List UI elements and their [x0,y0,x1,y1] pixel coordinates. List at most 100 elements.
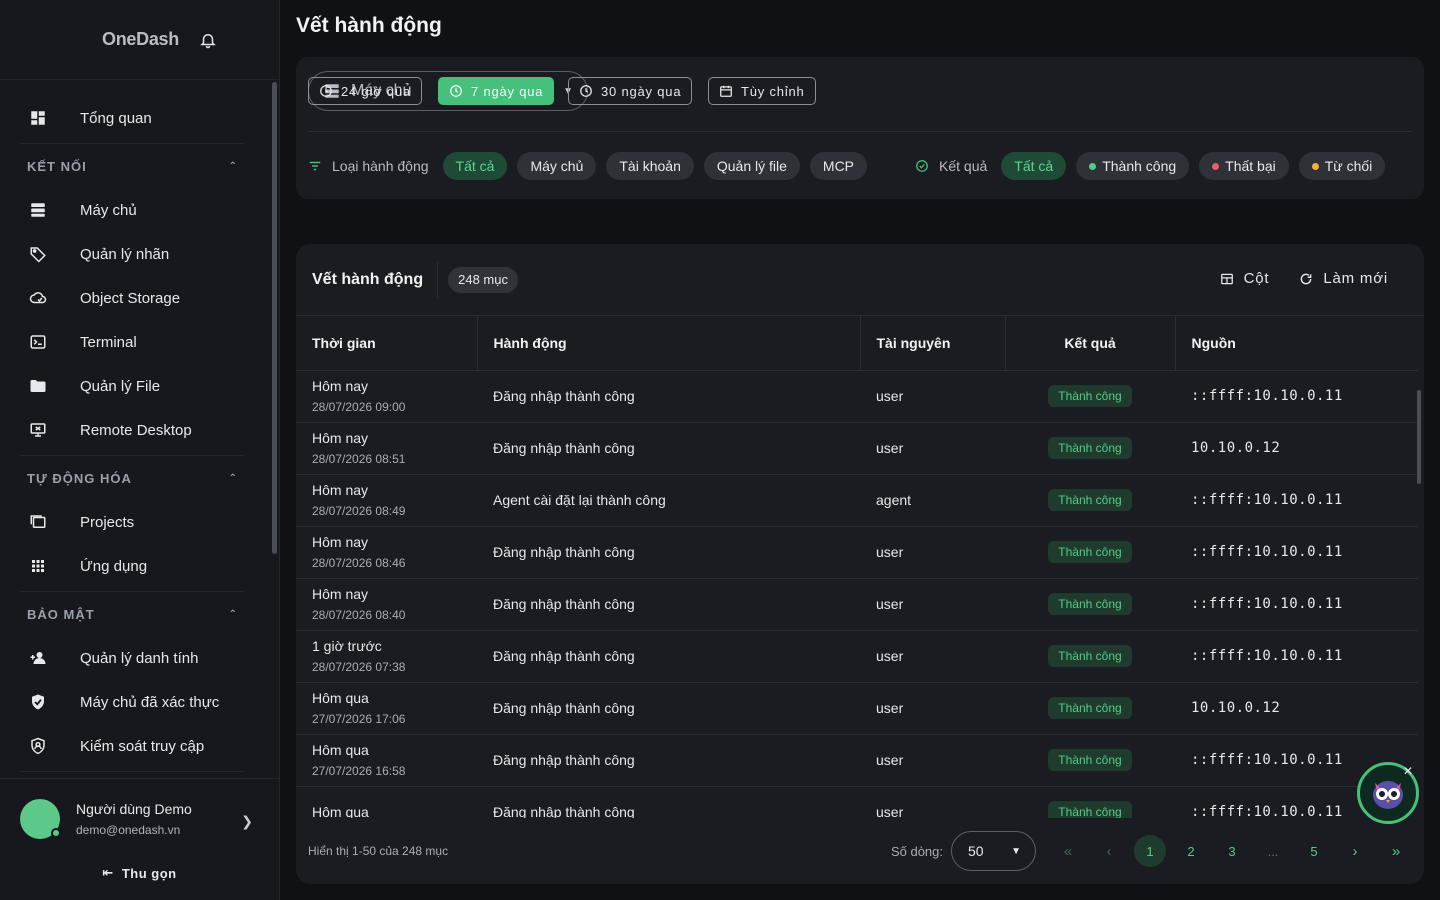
pill-label: Thành công [1102,158,1177,174]
table-row[interactable]: Hôm nay 28/07/2026 08:51 Đăng nhập thành c… [296,422,1418,475]
rows-per-page-select[interactable]: 50 ▼ [951,831,1036,871]
time-range-7-ngay-qua[interactable]: 7 ngày qua [438,77,555,105]
columns-button[interactable]: Cột [1220,270,1270,287]
pill-label: Tất cả [1014,158,1054,174]
timestamp: 28/07/2026 07:38 [312,660,406,674]
pill-label: Máy chủ [530,158,584,174]
action-type-tat-ca[interactable]: Tất cả [442,152,508,180]
refresh-button[interactable]: Làm mới [1299,270,1388,287]
table-scroll-area[interactable]: Thời gian Hành động Tài nguyên Kết quả Nguồn… [296,316,1424,818]
sidebar-item-quan-ly-danh-tinh[interactable]: Quản lý danh tính [0,636,270,680]
time-range-30-ngay-qua[interactable]: 30 ngày qua [568,77,693,105]
sidebar-item-projects[interactable]: Projects [0,500,270,544]
sidebar-section-tu-dong-hoa[interactable]: TỰ ĐỘNG HÓA ⌃ [0,456,270,500]
sidebar-item-label: Quản lý nhãn [80,245,170,263]
table-row[interactable]: Hôm nay 28/07/2026 08:40 Đăng nhập thành c… [296,578,1418,631]
cell-source: ::ffff:10.10.0.11 [1175,578,1418,631]
projects-icon [28,512,48,532]
column-header-hanh-dong[interactable]: Hành động [477,316,861,371]
result-filter-label: Kết quả [915,158,987,174]
sidebar-item-terminal[interactable]: Terminal [0,320,270,364]
collapse-button[interactable]: ⇤ Thu gọn [0,865,279,881]
pagination-info: Hiển thị 1-50 của 248 mục [308,844,449,858]
action-type-tai-khoan[interactable]: Tài khoản [606,152,694,180]
apps-grid-icon [28,556,48,576]
action-type-filter-label: Loại hành động [308,158,429,174]
table-scrollbar[interactable] [1417,390,1421,484]
status-badge: Thành công [1048,437,1132,459]
sidebar-item-quan-ly-nhan[interactable]: Quản lý nhãn [0,232,270,276]
table-row[interactable]: Hôm nay 28/07/2026 09:00 Đăng nhập thành c… [296,370,1418,423]
page-button-2[interactable]: 2 [1175,835,1207,867]
table-row[interactable]: Hôm qua Đăng nhập thành công user Thành côn… [296,786,1418,818]
tag-icon [28,244,48,264]
sidebar: OneDash Tổng quan KẾT NỐI ⌃ Máy chủ Quản lý … [0,0,280,900]
action-type-may-chu[interactable]: Máy chủ [517,152,597,180]
last-page-button[interactable]: » [1380,835,1412,867]
sidebar-section-bao-mat[interactable]: BẢO MẬT ⌃ [0,592,270,636]
caret-down-icon: ▼ [1011,845,1021,857]
table-row[interactable]: 1 giờ trước 28/07/2026 07:38 Đăng nhập thà… [296,630,1418,683]
column-header-ket-qua[interactable]: Kết quả [1005,316,1176,371]
header-divider [437,261,439,298]
column-header-nguon[interactable]: Nguồn [1175,316,1418,371]
dashboard-icon [28,108,48,128]
pagination-ellipsis[interactable]: ... [1257,835,1289,867]
column-header-thoi-gian[interactable]: Thời gian [296,316,478,371]
result-tu-choi[interactable]: Từ chối [1298,152,1386,180]
table-row[interactable]: Hôm qua 27/07/2026 17:06 Đăng nhập thành c… [296,682,1418,735]
check-circle-icon [915,159,929,173]
result-thanh-cong[interactable]: Thành công [1076,152,1190,180]
table-row[interactable]: Hôm nay 28/07/2026 08:49 Agent cài đặt lại… [296,474,1418,527]
close-icon[interactable]: ✕ [1403,764,1413,778]
rows-per-page-value: 50 [968,843,984,859]
cell-source: ::ffff:10.10.0.11 [1175,526,1418,579]
sidebar-item-kiem-soat-truy-cap[interactable]: Kiểm soát truy cập [0,724,270,768]
page-button-5[interactable]: 5 [1298,835,1330,867]
table-row[interactable]: Hôm nay 28/07/2026 08:46 Đăng nhập thành c… [296,526,1418,579]
access-control-icon [28,736,48,756]
server-icon [28,200,48,220]
first-page-button[interactable]: « [1052,835,1084,867]
table-row[interactable]: Hôm qua 27/07/2026 16:58 Đăng nhập thành c… [296,734,1418,787]
bell-icon[interactable] [199,31,217,49]
sidebar-item-may-chu[interactable]: Máy chủ [0,188,270,232]
sidebar-item-tong-quan[interactable]: Tổng quan [0,96,270,140]
table-header-bar: Vết hành động 248 mục Cột Làm mới [296,244,1424,316]
sidebar-item-remote-desktop[interactable]: Remote Desktop [0,408,270,452]
time-range-24-gio-qua[interactable]: 24 giờ qua [308,77,423,105]
result-that-bai[interactable]: Thất bại [1199,152,1289,180]
sidebar-item-ung-dung[interactable]: Ứng dụng [0,544,270,588]
sidebar-section-title: TỰ ĐỘNG HÓA [27,470,132,486]
columns-label: Cột [1243,270,1270,287]
user-profile[interactable]: Người dùng Demo demo@onedash.vn [0,779,279,839]
action-type-mcp[interactable]: MCP [809,152,868,180]
sidebar-item-may-chu-da-xac-thuc[interactable]: Máy chủ đã xác thực [0,680,270,724]
sidebar-section-ket-noi[interactable]: KẾT NỐI ⌃ [0,144,270,188]
sidebar-item-object-storage[interactable]: Object Storage [0,276,270,320]
sidebar-item-label: Kiểm soát truy cập [80,737,205,755]
time-range-label: 30 ngày qua [601,83,682,99]
next-page-button[interactable]: › [1339,835,1371,867]
relative-time: Hôm qua [312,690,369,706]
terminal-icon [28,332,48,352]
sidebar-scrollbar[interactable] [272,82,277,554]
column-header-tai-nguyen[interactable]: Tài nguyên [860,316,1006,371]
time-range-tuy-chinh[interactable]: Tùy chỉnh [708,77,816,105]
sidebar-item-label: Quản lý danh tính [80,649,199,667]
page-button-1[interactable]: 1 [1134,835,1166,867]
brand-logo[interactable]: OneDash [102,29,179,50]
chevron-right-icon[interactable]: ❯ [241,813,253,830]
cell-action: Đăng nhập thành công [477,734,860,787]
sidebar-item-quan-ly-file[interactable]: Quản lý File [0,364,270,408]
sidebar-item-label: Terminal [80,333,137,351]
cell-result: Thành công [1005,370,1175,423]
result-tat-ca[interactable]: Tất cả [1001,152,1067,180]
action-type-quan-ly-file[interactable]: Quản lý file [703,152,800,180]
cell-time: 1 giờ trước 28/07/2026 07:38 [296,630,477,683]
page-button-3[interactable]: 3 [1216,835,1248,867]
filter-divider [308,131,1412,132]
cell-result: Thành công [1005,578,1175,631]
cell-action: Đăng nhập thành công [477,578,860,631]
prev-page-button[interactable]: ‹ [1093,835,1125,867]
